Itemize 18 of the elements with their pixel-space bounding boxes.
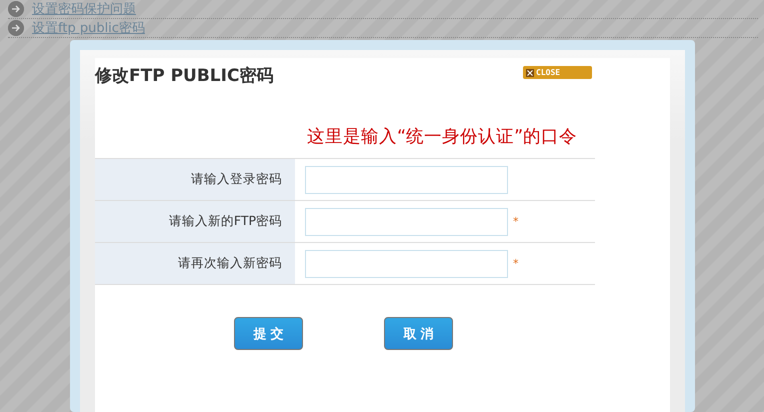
required-mark: * [513, 215, 518, 228]
password-field[interactable] [305, 166, 508, 194]
close-button[interactable]: CLOSE [523, 66, 592, 79]
arrow-icon [8, 1, 24, 17]
link[interactable]: 设置ftp public密码 [32, 19, 145, 37]
required-mark: * [513, 257, 518, 270]
field-label: 请输入登录密码 [95, 159, 295, 200]
field-label: 请输入新的FTP密码 [95, 201, 295, 242]
arrow-icon [8, 20, 24, 36]
close-icon [526, 68, 534, 76]
password-field[interactable] [305, 208, 508, 236]
field-label: 请再次输入新密码 [95, 243, 295, 284]
dialog-title: 修改FTP PUBLIC密码 [95, 65, 274, 87]
annotation-text: 这里是输入“统一身份认证”的口令 [307, 126, 578, 148]
cancel-button[interactable]: 取 消 [384, 317, 453, 350]
link[interactable]: 设置密码保护问题 [32, 0, 136, 18]
submit-button[interactable]: 提 交 [234, 317, 303, 350]
password-field[interactable] [305, 250, 508, 278]
